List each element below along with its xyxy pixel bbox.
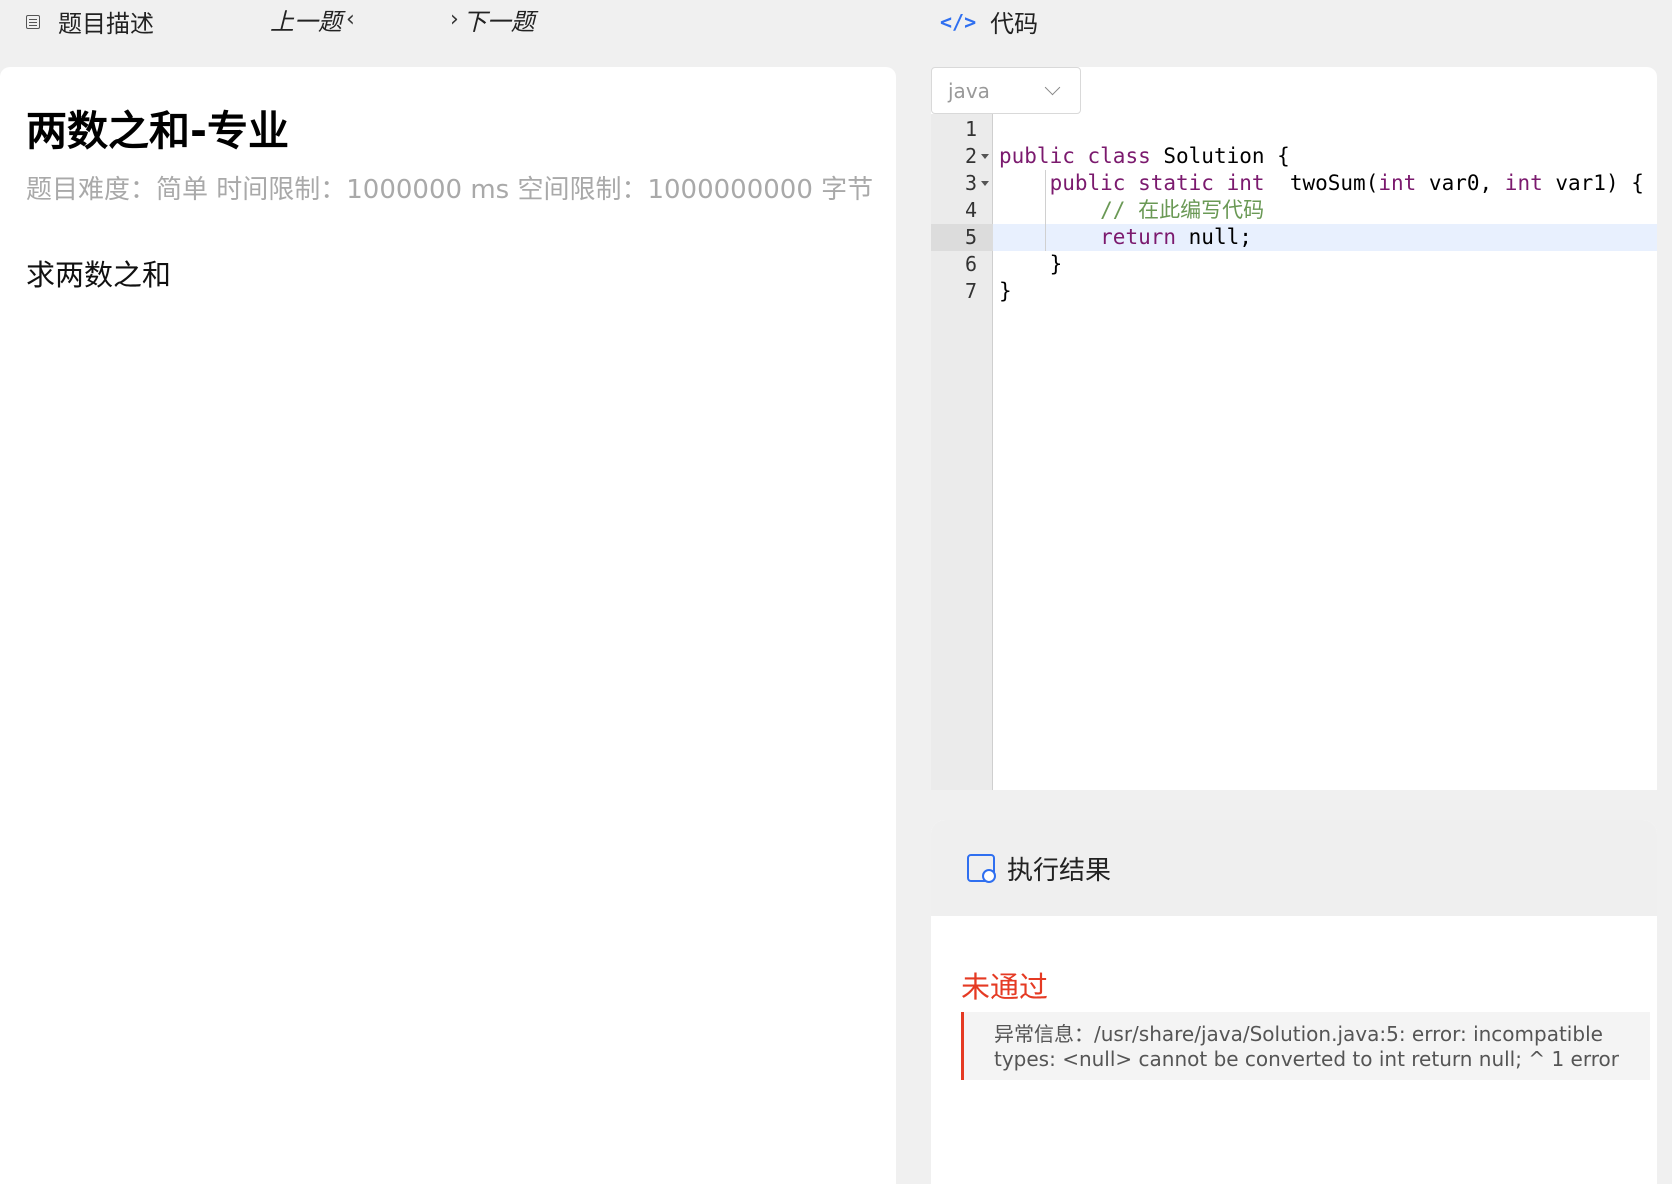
line-number: 3 (964, 171, 977, 195)
result-panel: 执行结果 未通过 异常信息：/usr/share/java/Solution.j… (931, 820, 1657, 1184)
code-line: } (999, 252, 1063, 276)
tab-description-label: 题目描述 (58, 10, 154, 38)
problem-header: 题目描述 上一题 ‹ › 下一题 (0, 0, 896, 67)
result-header: 执行结果 (931, 820, 1657, 916)
error-message: 异常信息：/usr/share/java/Solution.java:5: er… (961, 1012, 1650, 1080)
tab-code[interactable]: </> 代码 (940, 4, 1038, 39)
tab-code-label: 代码 (990, 10, 1039, 38)
fold-toggle-icon[interactable] (981, 154, 989, 159)
language-select-value: java (948, 78, 990, 103)
chevron-down-icon (1044, 79, 1061, 96)
code-editor-panel: java 1 2 3 456 7 public class Solution { pub… (931, 67, 1657, 790)
next-problem-label: 下一题 (462, 8, 535, 36)
code-icon: </> (940, 9, 977, 34)
line-number: 5 (931, 224, 993, 251)
prev-problem-link[interactable]: 上一题 ‹ (270, 2, 355, 37)
line-number: 6 (964, 252, 977, 276)
problem-description: 求两数之和 (26, 258, 172, 292)
fold-toggle-icon[interactable] (981, 181, 989, 186)
document-icon (26, 14, 40, 29)
code-line: public class Solution { (999, 144, 1290, 168)
prev-problem-label: 上一题 (270, 8, 342, 36)
chevron-left-icon: ‹ (346, 7, 355, 32)
line-number: 1 (964, 117, 977, 141)
line-number: 4 (964, 198, 977, 222)
result-title: 执行结果 (1007, 855, 1112, 886)
line-number: 2 (964, 144, 977, 168)
indent-guide (1045, 170, 1046, 251)
tab-description[interactable]: 题目描述 (26, 4, 154, 39)
code-text-area[interactable]: public class Solution { public static in… (993, 114, 1657, 790)
problem-meta: 题目难度：简单 时间限制：1000000 ms 空间限制：1000000000 … (26, 175, 874, 205)
code-line: // 在此编写代码 (1100, 198, 1265, 222)
result-search-icon (967, 854, 996, 883)
line-number-gutter: 1 2 3 456 7 (931, 114, 993, 790)
next-problem-link[interactable]: › 下一题 (450, 2, 535, 37)
chevron-right-icon: › (450, 7, 459, 32)
problem-title: 两数之和-专业 (26, 107, 290, 155)
code-line: return null; (993, 224, 1657, 251)
language-select[interactable]: java (931, 67, 1081, 114)
code-line: public static int twoSum(int var0, int v… (1049, 171, 1644, 195)
code-header: </> 代码 (912, 0, 1660, 67)
problem-panel: 两数之和-专业 题目难度：简单 时间限制：1000000 ms 空间限制：100… (0, 67, 896, 1184)
line-number: 7 (964, 279, 977, 303)
result-status: 未通过 (961, 970, 1049, 1004)
code-line: } (999, 279, 1012, 303)
